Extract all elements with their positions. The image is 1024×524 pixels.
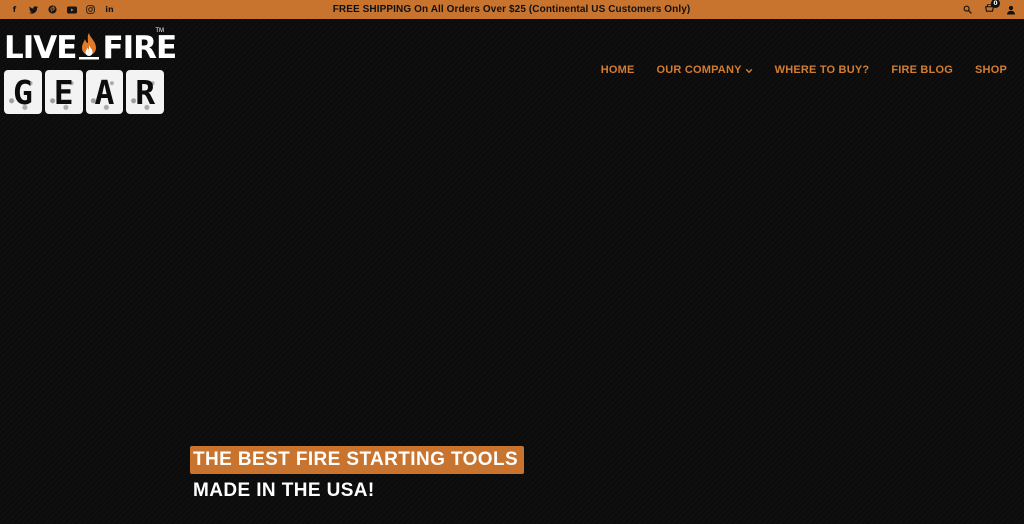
- nav-home[interactable]: HOME: [601, 64, 635, 76]
- twitter-icon[interactable]: [24, 3, 43, 17]
- facebook-icon[interactable]: f: [5, 3, 24, 17]
- trademark-symbol: TM: [155, 28, 164, 34]
- logo-tile-g: G: [4, 70, 42, 114]
- chevron-down-icon: [745, 66, 753, 74]
- logo-wordmark: LIVE FIRE TM: [4, 28, 177, 66]
- logo-tile-e: E: [44, 70, 83, 114]
- announcement-bar: f in FREE SHIPPING On All Orders Over $2…: [0, 0, 1024, 19]
- nav-fire-blog[interactable]: FIRE BLOG: [891, 64, 953, 76]
- cart-count-badge: 0: [991, 0, 1000, 8]
- header-utilities: 0: [888, 0, 1018, 17]
- search-icon[interactable]: [960, 3, 974, 17]
- cart-icon[interactable]: 0: [982, 0, 1000, 17]
- linkedin-icon[interactable]: in: [100, 3, 119, 17]
- hero-headline: THE BEST FIRE STARTING TOOLS: [190, 446, 525, 474]
- nav-where-to-buy[interactable]: WHERE TO BUY?: [775, 64, 870, 76]
- flame-icon: [76, 30, 102, 66]
- logo-tile-r: R: [126, 70, 164, 114]
- site-logo[interactable]: LIVE FIRE TM G E A R: [4, 28, 177, 114]
- youtube-icon[interactable]: [62, 3, 81, 17]
- logo-gear-tiles: G E A R: [4, 70, 164, 114]
- instagram-icon[interactable]: [81, 3, 100, 17]
- logo-word-fire: FIRE: [102, 30, 177, 66]
- free-shipping-banner: FREE SHIPPING On All Orders Over $25 (Co…: [332, 4, 691, 15]
- logo-word-live: LIVE: [4, 30, 77, 66]
- logo-tile-a: A: [85, 70, 124, 114]
- social-links: f in: [5, 3, 135, 17]
- nav-our-company[interactable]: OUR COMPANY: [657, 64, 753, 76]
- main-navigation: HOME OUR COMPANY WHERE TO BUY? FIRE BLOG…: [601, 64, 1007, 76]
- hero-subheadline: MADE IN THE USA!: [193, 480, 375, 501]
- nav-shop[interactable]: SHOP: [975, 64, 1007, 76]
- account-icon[interactable]: [1004, 3, 1018, 17]
- pinterest-icon[interactable]: [43, 3, 62, 17]
